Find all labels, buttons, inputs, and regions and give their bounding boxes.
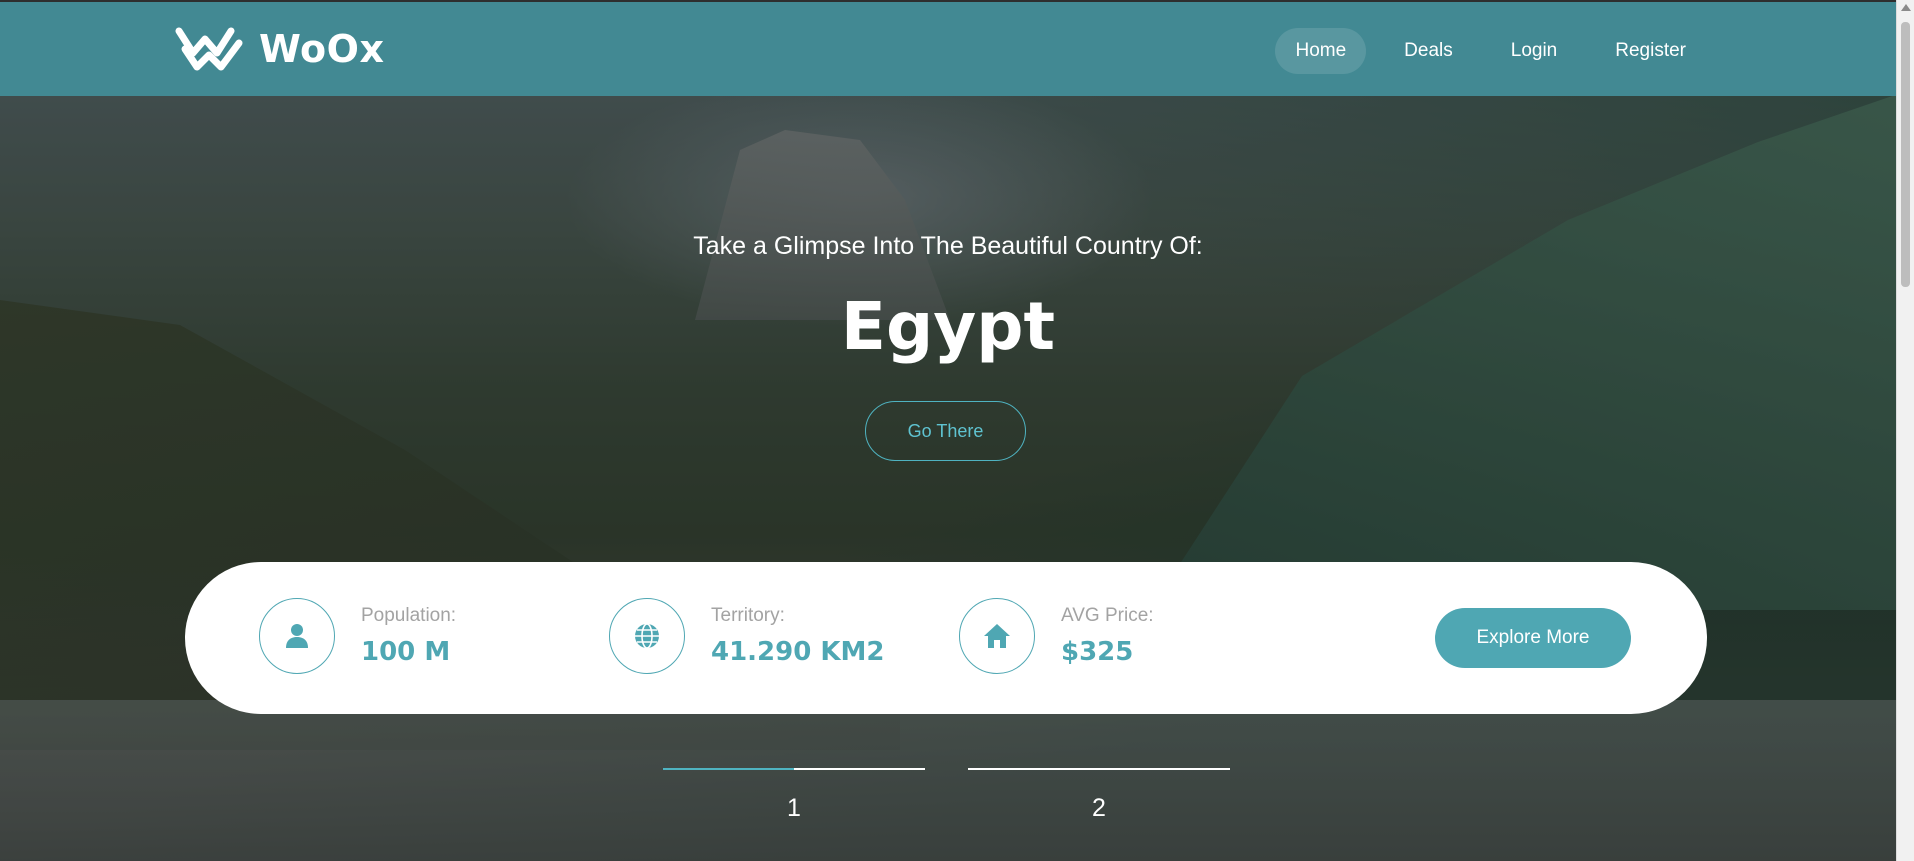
explore-more-button[interactable]: Explore More <box>1435 608 1631 668</box>
hero-tagline: Take a Glimpse Into The Beautiful Countr… <box>693 232 1203 260</box>
stat-population: Population: 100 M <box>259 598 456 674</box>
globe-icon <box>609 598 685 674</box>
slide-progress-bar <box>663 768 925 770</box>
site-header: WoOx Home Deals Login Register <box>0 0 1896 96</box>
slide-progress-fill <box>663 768 794 770</box>
woox-logo-icon <box>175 27 243 71</box>
page-scrollbar[interactable] <box>1896 0 1914 861</box>
stat-label: Territory: <box>711 605 785 626</box>
stat-value: 100 M <box>361 637 451 667</box>
stat-avg-price: AVG Price: $325 <box>959 598 1154 674</box>
country-title: Egypt <box>840 288 1056 365</box>
slide-indicator-2[interactable]: 2 <box>968 768 1230 823</box>
nav-deals[interactable]: Deals <box>1384 28 1473 74</box>
stat-value: 41.290 KM2 <box>711 637 885 667</box>
logo-text: WoOx <box>259 27 385 71</box>
slide-progress-bar <box>968 768 1230 770</box>
user-icon <box>259 598 335 674</box>
home-icon <box>959 598 1035 674</box>
logo[interactable]: WoOx <box>175 24 384 74</box>
country-info-card: Population: 100 M Territory: 41.290 KM2 … <box>185 562 1707 714</box>
stat-territory: Territory: 41.290 KM2 <box>609 598 885 674</box>
stat-value: $325 <box>1061 637 1134 667</box>
scroll-thumb[interactable] <box>1901 22 1910 287</box>
slide-indicator-1[interactable]: 1 <box>663 768 925 823</box>
go-there-button[interactable]: Go There <box>865 401 1026 461</box>
slide-number: 2 <box>1092 794 1106 822</box>
nav-home[interactable]: Home <box>1275 28 1367 74</box>
stat-label: AVG Price: <box>1061 605 1154 626</box>
nav-register[interactable]: Register <box>1595 28 1706 74</box>
slide-number: 1 <box>787 794 801 822</box>
nav-login[interactable]: Login <box>1491 28 1578 74</box>
stat-label: Population: <box>361 605 457 626</box>
main-nav: Home Deals Login Register <box>1275 28 1706 74</box>
scroll-up-arrow-icon[interactable] <box>1901 4 1911 11</box>
